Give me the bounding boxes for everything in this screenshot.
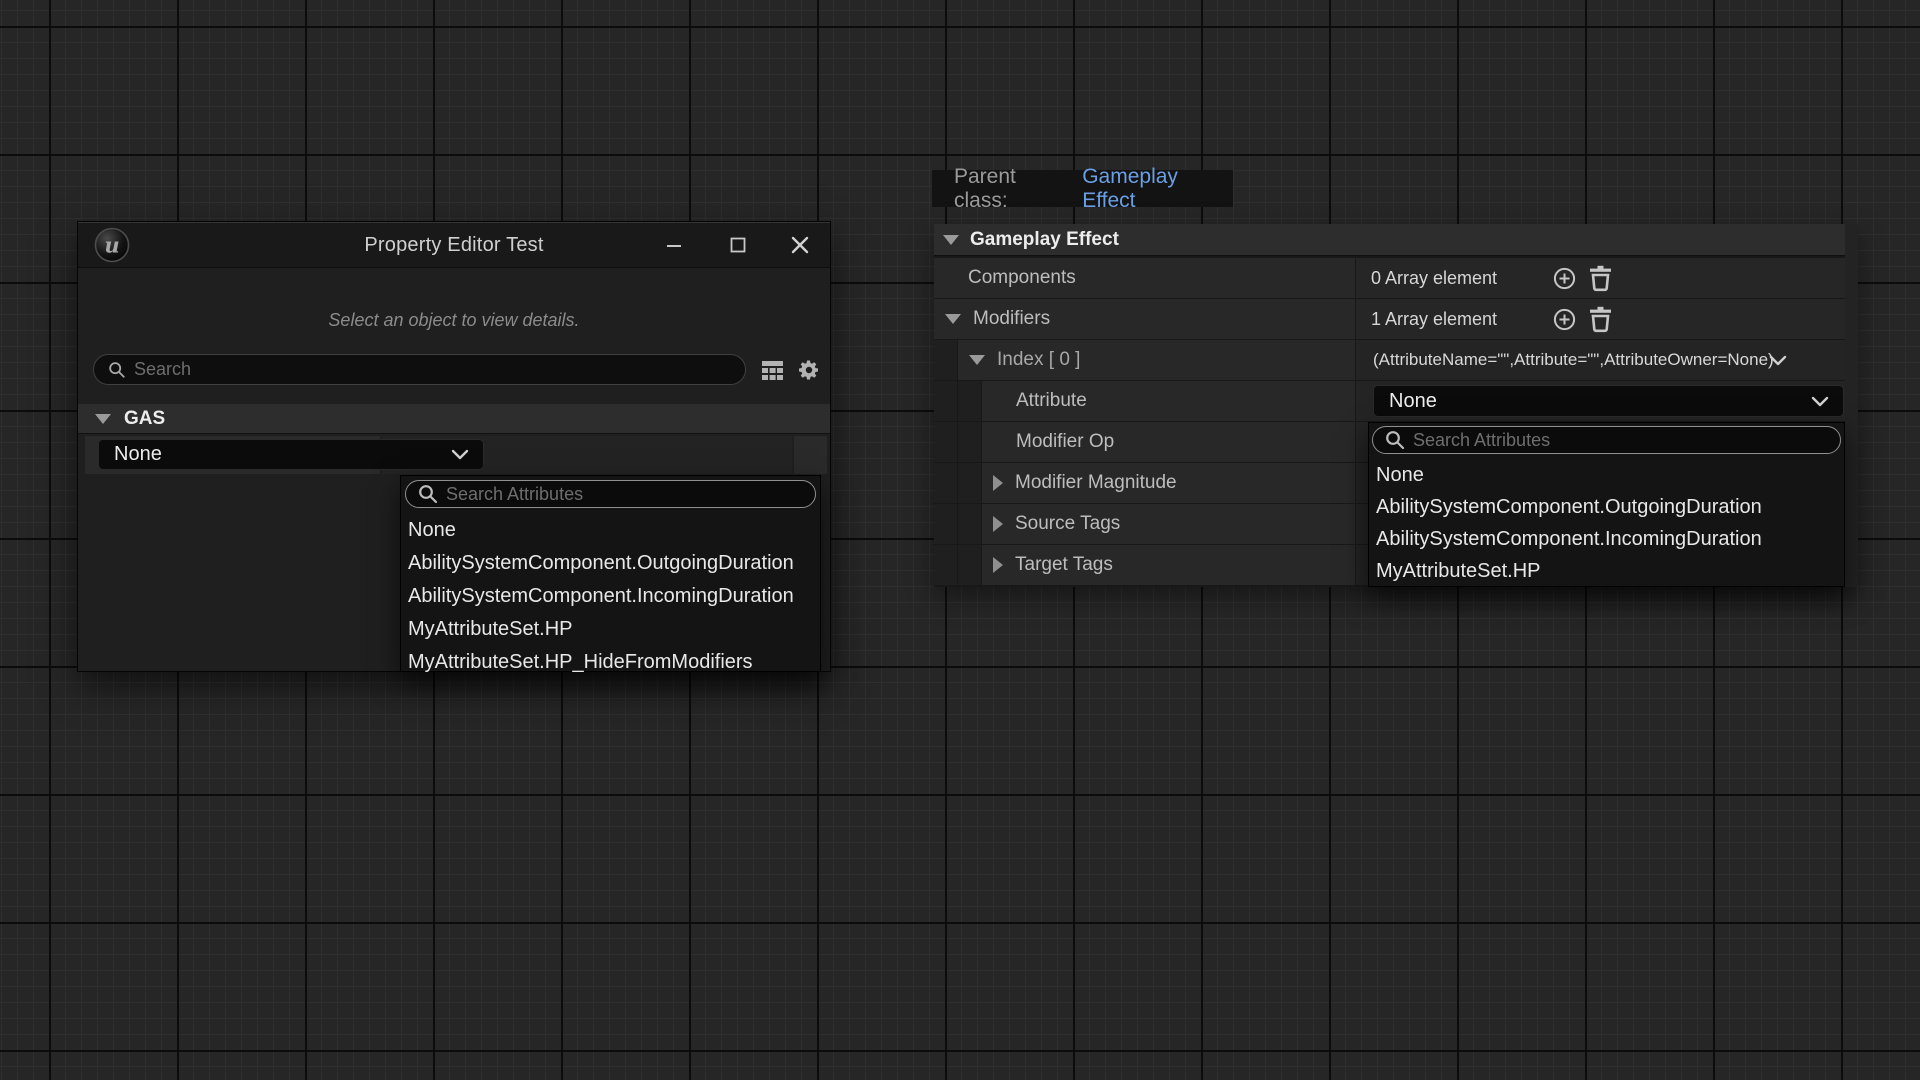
indent-guide — [958, 545, 981, 585]
blueprint-grid-background: { "colors": { "accent_blue": "#6b9fe4", … — [0, 0, 1920, 1080]
attribute-option-list: None AbilitySystemComponent.OutgoingDura… — [401, 512, 820, 679]
attribute-dropdown-popup: None AbilitySystemComponent.OutgoingDura… — [400, 475, 821, 672]
row-label-cell[interactable]: Index [ 0 ] — [958, 340, 1355, 380]
array-count: 0 Array element — [1356, 268, 1546, 289]
combobox-value: None — [1389, 390, 1437, 413]
scrollbar-gutter[interactable] — [1845, 224, 1858, 587]
row-label-cell: Modifier Op — [982, 422, 1355, 462]
row-label: Components — [968, 267, 1076, 289]
window-titlebar[interactable]: u Property Editor Test — [78, 222, 830, 268]
collapse-triangle-icon[interactable] — [95, 414, 111, 424]
indent-guide — [934, 463, 957, 503]
maximize-button[interactable] — [725, 232, 751, 258]
option-hp[interactable]: MyAttributeSet.HP — [1369, 555, 1844, 587]
row-value-cell: (AttributeName="",Attribute="",Attribute… — [1356, 340, 1845, 380]
row-label: Modifier Magnitude — [1015, 472, 1177, 494]
indent-guide — [958, 504, 981, 544]
popup-search-input[interactable] — [1413, 430, 1830, 451]
indent-guide — [934, 381, 957, 421]
row-label: Index [ 0 ] — [997, 349, 1080, 371]
popup-search-input[interactable] — [446, 484, 805, 505]
array-count: 1 Array element — [1356, 309, 1546, 330]
parent-class-link[interactable]: Gameplay Effect — [1082, 165, 1233, 213]
gameplay-effect-details-panel: Gameplay Effect Components 0 Array eleme… — [934, 224, 1858, 587]
option-outgoing-duration[interactable]: AbilitySystemComponent.OutgoingDuration — [401, 547, 820, 580]
option-outgoing-duration[interactable]: AbilitySystemComponent.OutgoingDuration — [1369, 491, 1844, 523]
attribute-dropdown-popup: None AbilitySystemComponent.OutgoingDura… — [1368, 422, 1845, 587]
indent-guide — [934, 504, 957, 544]
row-index-0: Index [ 0 ] (AttributeName="",Attribute=… — [934, 340, 1845, 380]
details-toolbar — [78, 354, 830, 385]
close-button[interactable] — [787, 232, 813, 258]
row-label-cell[interactable]: Modifiers — [934, 299, 1355, 339]
combobox-value: None — [114, 443, 162, 466]
search-icon — [1385, 430, 1405, 450]
expand-triangle-icon[interactable] — [993, 475, 1003, 491]
indent-guide — [934, 340, 957, 380]
add-array-element-button[interactable] — [1551, 305, 1577, 333]
row-label-cell[interactable]: Target Tags — [982, 545, 1355, 585]
chevron-down-icon — [451, 449, 469, 460]
expand-triangle-icon[interactable] — [993, 557, 1003, 573]
attribute-combobox[interactable]: None — [98, 439, 484, 470]
option-none[interactable]: None — [1369, 459, 1844, 491]
row-label-cell[interactable]: Modifier Magnitude — [982, 463, 1355, 503]
struct-preview: (AttributeName="",Attribute="",Attribute… — [1356, 350, 1774, 370]
option-incoming-duration[interactable]: AbilitySystemComponent.IncomingDuration — [401, 580, 820, 613]
empty-selection-hint: Select an object to view details. — [78, 310, 830, 331]
category-label: Gameplay Effect — [970, 229, 1119, 251]
row-label-cell[interactable]: Source Tags — [982, 504, 1355, 544]
option-incoming-duration[interactable]: AbilitySystemComponent.IncomingDuration — [1369, 523, 1844, 555]
search-icon — [418, 484, 438, 504]
option-hp-hide-from-modifiers[interactable]: MyAttributeSet.HP_HideFromModifiers — [401, 646, 820, 679]
collapse-triangle-icon[interactable] — [945, 314, 961, 324]
settings-gear-icon[interactable] — [796, 357, 822, 383]
row-value-cell: 1 Array element — [1356, 299, 1845, 339]
search-field[interactable] — [93, 354, 746, 385]
empty-array-button[interactable] — [1587, 305, 1613, 333]
option-none[interactable]: None — [401, 514, 820, 547]
chevron-down-icon[interactable] — [1769, 355, 1787, 366]
indent-guide — [958, 422, 981, 462]
reset-to-default-cell — [794, 436, 827, 474]
row-components: Components 0 Array element — [934, 258, 1845, 298]
row-label: Modifier Op — [1016, 431, 1114, 453]
category-row-gas[interactable]: GAS — [78, 404, 830, 434]
expand-triangle-icon[interactable] — [993, 516, 1003, 532]
row-label: Attribute — [1016, 390, 1087, 412]
category-label: GAS — [124, 408, 165, 430]
row-label: Source Tags — [1015, 513, 1120, 535]
collapse-triangle-icon[interactable] — [943, 235, 959, 245]
row-label-cell: Components — [934, 258, 1355, 298]
minimize-button[interactable] — [661, 232, 687, 258]
indent-guide — [958, 463, 981, 503]
chevron-down-icon — [1811, 396, 1829, 407]
search-input[interactable] — [134, 359, 735, 380]
search-icon — [108, 361, 126, 379]
window-title: Property Editor Test — [78, 222, 830, 268]
parent-class-label: Parent class: — [954, 165, 1072, 213]
attribute-combobox[interactable]: None — [1373, 385, 1844, 417]
indent-guide — [934, 422, 957, 462]
indent-guide — [934, 545, 957, 585]
row-label: Modifiers — [973, 308, 1050, 330]
property-editor-window: u Property Editor Test Select an object … — [77, 221, 831, 672]
category-row-gameplay-effect[interactable]: Gameplay Effect — [934, 224, 1845, 256]
row-modifiers: Modifiers 1 Array element — [934, 299, 1845, 339]
popup-search-field[interactable] — [1372, 426, 1841, 454]
parent-class-bar: Parent class: Gameplay Effect — [932, 170, 1233, 207]
popup-search-field[interactable] — [405, 480, 816, 508]
indent-guide — [958, 381, 981, 421]
attribute-option-list: None AbilitySystemComponent.OutgoingDura… — [1369, 457, 1844, 587]
option-hp[interactable]: MyAttributeSet.HP — [401, 613, 820, 646]
add-array-element-button[interactable] — [1551, 264, 1577, 292]
row-label-cell: Attribute — [982, 381, 1355, 421]
row-value-cell: 0 Array element — [1356, 258, 1845, 298]
empty-array-button[interactable] — [1587, 264, 1613, 292]
collapse-triangle-icon[interactable] — [969, 355, 985, 365]
details-view-icon[interactable] — [759, 357, 785, 383]
property-row-my-attribute: My Attribute None — [78, 436, 830, 474]
row-label: Target Tags — [1015, 554, 1113, 576]
